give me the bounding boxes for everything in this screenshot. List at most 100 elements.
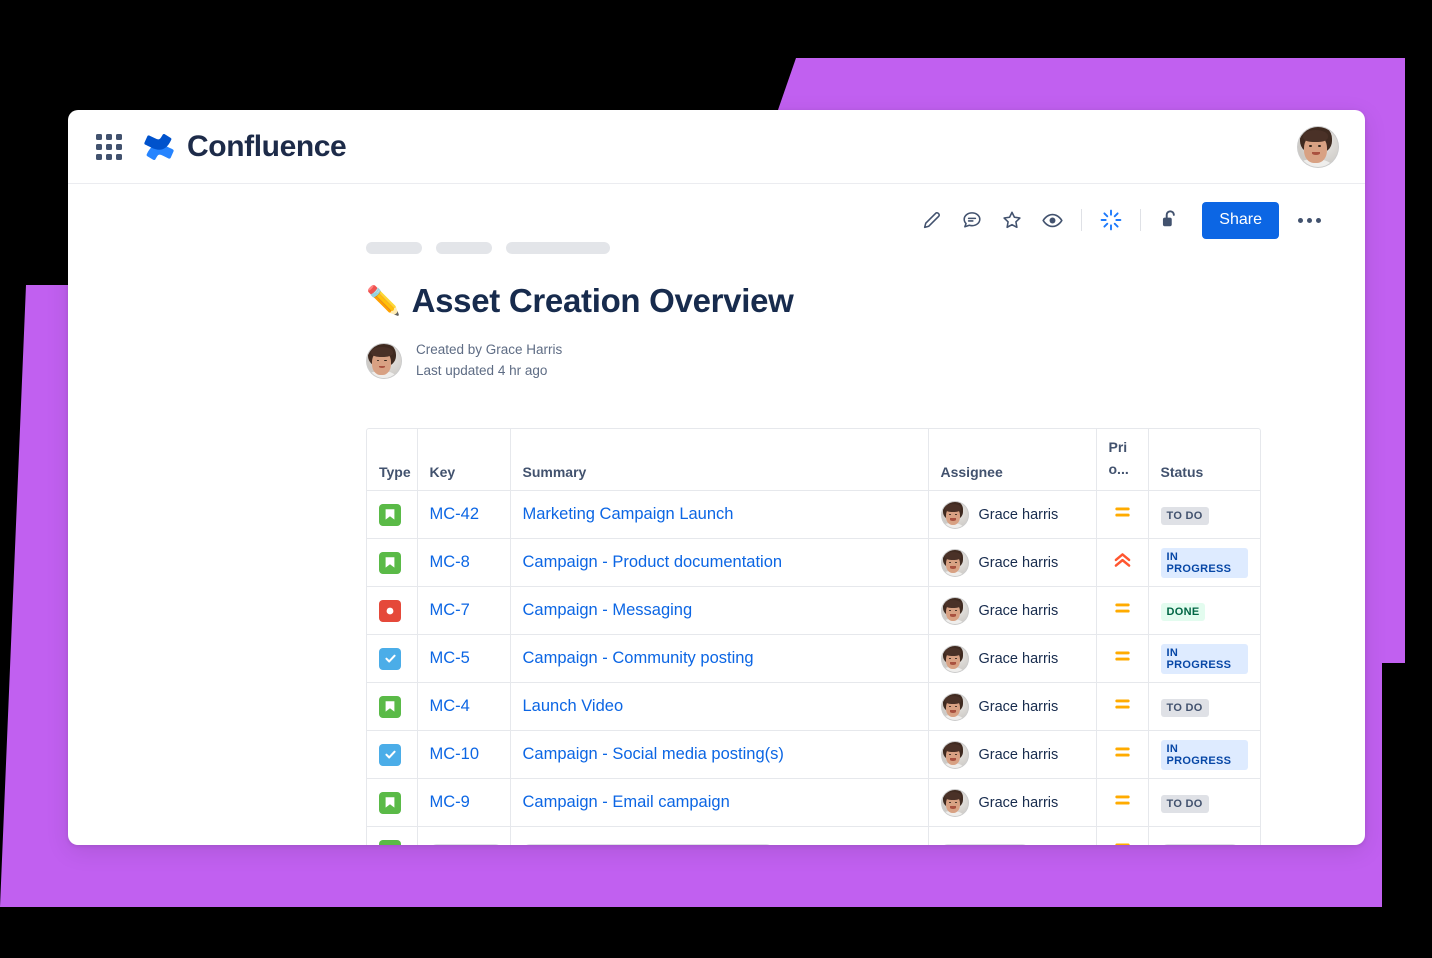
assignee-group: Grace harris xyxy=(940,692,1084,721)
issue-type-task-check-icon xyxy=(379,743,401,766)
page-emoji-icon[interactable]: ✏️ xyxy=(366,287,401,315)
table-row[interactable]: MC-42 Marketing Campaign Launch Grace harr… xyxy=(367,490,1260,540)
cell-priority xyxy=(1096,682,1149,732)
assignee-avatar[interactable] xyxy=(940,740,969,769)
breadcrumb-item-3[interactable] xyxy=(506,242,610,254)
status-badge: IN PROGRESS xyxy=(1160,547,1248,578)
table-row[interactable]: MC-5 Campaign - Community posting Grace ha… xyxy=(367,634,1260,684)
issue-key-link[interactable]: MC-42 xyxy=(430,505,480,523)
table-row[interactable]: MC-10 Campaign - Social media posting(s) G… xyxy=(367,730,1260,780)
watch-eye-icon[interactable] xyxy=(1034,202,1070,238)
cell-type xyxy=(367,586,418,636)
page-title: ✏️ Asset Creation Overview xyxy=(366,282,1365,320)
screenshot-root: Confluence Share ✏️ Asset Creation Overv… xyxy=(0,0,1432,958)
column-header-priority[interactable]: Pri o... xyxy=(1096,428,1149,492)
assignee-name: Grace harris xyxy=(978,650,1059,667)
cell-status: IN PROGRESS xyxy=(1148,538,1260,588)
assignee-group: Grace harris xyxy=(940,500,1084,529)
assignee-name: Grace harris xyxy=(978,554,1059,571)
user-profile-avatar[interactable] xyxy=(1297,125,1339,168)
issue-summary-link[interactable]: Campaign - Messaging xyxy=(523,601,693,619)
action-divider-2 xyxy=(1140,209,1142,231)
edit-icon[interactable] xyxy=(914,202,950,238)
cell-priority xyxy=(1096,586,1149,636)
ai-sparkle-icon[interactable] xyxy=(1093,202,1129,238)
cell-summary: Campaign - Community posting xyxy=(510,634,929,684)
issue-type-bug-circle-icon xyxy=(379,599,401,622)
comment-icon[interactable] xyxy=(954,202,990,238)
cell-key-skeleton xyxy=(417,826,511,845)
priority-highest-icon xyxy=(1109,552,1136,569)
assignee-avatar[interactable] xyxy=(940,692,969,721)
column-header-key[interactable]: Key xyxy=(417,428,511,492)
issue-key-link[interactable]: MC-9 xyxy=(430,793,470,811)
cell-key: MC-42 xyxy=(417,490,511,540)
priority-medium-icon xyxy=(1109,793,1136,807)
cell-summary: Campaign - Product documentation xyxy=(510,538,929,588)
cell-type xyxy=(367,778,418,828)
assignee-avatar[interactable] xyxy=(940,548,969,577)
cell-summary: Marketing Campaign Launch xyxy=(510,490,929,540)
issue-summary-link[interactable]: Campaign - Product documentation xyxy=(523,553,783,571)
issue-summary-link[interactable]: Campaign - Social media posting(s) xyxy=(523,745,784,763)
app-switcher-icon[interactable] xyxy=(92,130,126,164)
issue-type-story-bookmark-icon xyxy=(379,791,401,814)
issue-key-link[interactable]: MC-5 xyxy=(430,649,470,667)
assignee-group: Grace harris xyxy=(940,596,1084,625)
cell-summary-skeleton xyxy=(510,826,929,845)
assignee-name: Grace harris xyxy=(978,794,1059,811)
cell-status: TO DO xyxy=(1148,490,1260,540)
status-badge: TO DO xyxy=(1160,794,1209,813)
action-divider xyxy=(1081,209,1083,231)
cell-key: MC-4 xyxy=(417,682,511,732)
cell-assignee-skeleton xyxy=(928,826,1097,845)
breadcrumb[interactable] xyxy=(366,242,1365,254)
issue-summary-link[interactable]: Campaign - Community posting xyxy=(523,649,754,667)
issue-key-link[interactable]: MC-10 xyxy=(430,745,480,763)
created-by-text: Created by Grace Harris xyxy=(416,342,563,357)
cell-status-skeleton xyxy=(1148,826,1260,845)
more-actions-icon[interactable] xyxy=(1291,202,1327,238)
issue-key-link[interactable]: MC-8 xyxy=(430,553,470,571)
global-navigation-bar: Confluence xyxy=(68,110,1365,184)
breadcrumb-item-1[interactable] xyxy=(366,242,422,254)
share-button[interactable]: Share xyxy=(1202,201,1279,239)
column-header-type[interactable]: Type xyxy=(367,428,418,492)
priority-header-line2: o... xyxy=(1108,460,1129,477)
unlock-restrictions-icon[interactable] xyxy=(1152,202,1188,238)
issue-summary-link[interactable]: Campaign - Email campaign xyxy=(523,793,730,811)
cell-key: MC-10 xyxy=(417,730,511,780)
confluence-brand-logo[interactable]: Confluence xyxy=(144,129,347,164)
issue-key-link[interactable]: MC-7 xyxy=(430,601,470,619)
star-icon[interactable] xyxy=(994,202,1030,238)
column-header-status[interactable]: Status xyxy=(1148,428,1260,492)
issue-summary-link[interactable]: Launch Video xyxy=(523,697,624,715)
skeleton-bar xyxy=(940,843,1029,845)
cell-type xyxy=(367,682,418,732)
assignee-avatar[interactable] xyxy=(940,644,969,673)
issue-summary-link[interactable]: Marketing Campaign Launch xyxy=(523,505,734,523)
cell-status: IN PROGRESS xyxy=(1148,634,1260,684)
last-updated-text: Last updated 4 hr ago xyxy=(416,362,548,378)
cell-status: IN PROGRESS xyxy=(1148,730,1260,780)
assignee-avatar[interactable] xyxy=(940,788,969,817)
breadcrumb-item-2[interactable] xyxy=(436,242,492,254)
priority-medium-icon xyxy=(1109,841,1136,845)
confluence-wordmark: Confluence xyxy=(187,129,347,163)
table-row[interactable]: MC-8 Campaign - Product documentation Grac… xyxy=(367,538,1260,588)
cell-assignee: Grace harris xyxy=(928,538,1097,588)
assignee-avatar[interactable] xyxy=(940,500,969,529)
issue-key-link[interactable]: MC-4 xyxy=(430,697,470,715)
table-row-loading xyxy=(367,826,1260,845)
byline-text: Created by Grace Harris Last updated 4 h… xyxy=(416,340,562,382)
table-row[interactable]: MC-7 Campaign - Messaging Grace harris DONE xyxy=(367,586,1260,636)
cell-type xyxy=(367,538,418,588)
table-row[interactable]: MC-4 Launch Video Grace harris TO DO xyxy=(367,682,1260,732)
column-header-summary[interactable]: Summary xyxy=(510,428,929,492)
cell-key: MC-5 xyxy=(417,634,511,684)
author-avatar[interactable] xyxy=(366,342,402,379)
assignee-avatar[interactable] xyxy=(940,596,969,625)
cell-status: DONE xyxy=(1148,586,1260,636)
column-header-assignee[interactable]: Assignee xyxy=(928,428,1097,492)
table-row[interactable]: MC-9 Campaign - Email campaign Grace harri… xyxy=(367,778,1260,828)
